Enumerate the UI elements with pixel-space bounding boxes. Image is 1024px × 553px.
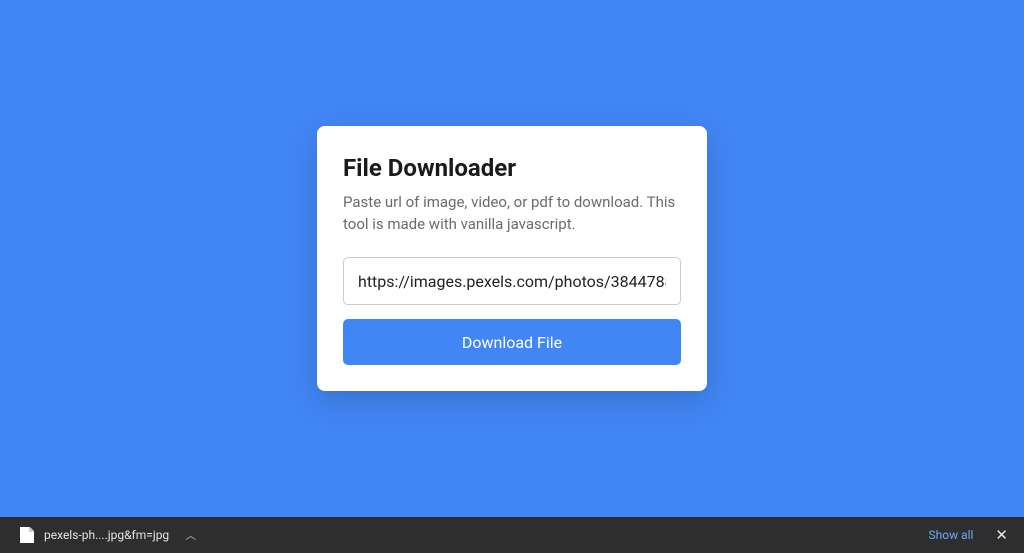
card-description: Paste url of image, video, or pdf to dow… (343, 192, 681, 236)
chevron-up-icon[interactable]: ︿ (185, 527, 196, 543)
downloader-card: File Downloader Paste url of image, vide… (317, 126, 707, 392)
download-item[interactable]: pexels-ph....jpg&fm=jpg ︿ (12, 523, 204, 547)
show-all-link[interactable]: Show all (928, 528, 973, 542)
download-filename: pexels-ph....jpg&fm=jpg (44, 528, 169, 542)
close-icon[interactable]: ✕ (991, 526, 1012, 544)
page-background: File Downloader Paste url of image, vide… (0, 0, 1024, 517)
browser-download-bar: pexels-ph....jpg&fm=jpg ︿ Show all ✕ (0, 517, 1024, 553)
download-button[interactable]: Download File (343, 319, 681, 365)
url-input[interactable] (343, 257, 681, 305)
file-icon (20, 527, 34, 543)
card-title: File Downloader (343, 154, 681, 182)
